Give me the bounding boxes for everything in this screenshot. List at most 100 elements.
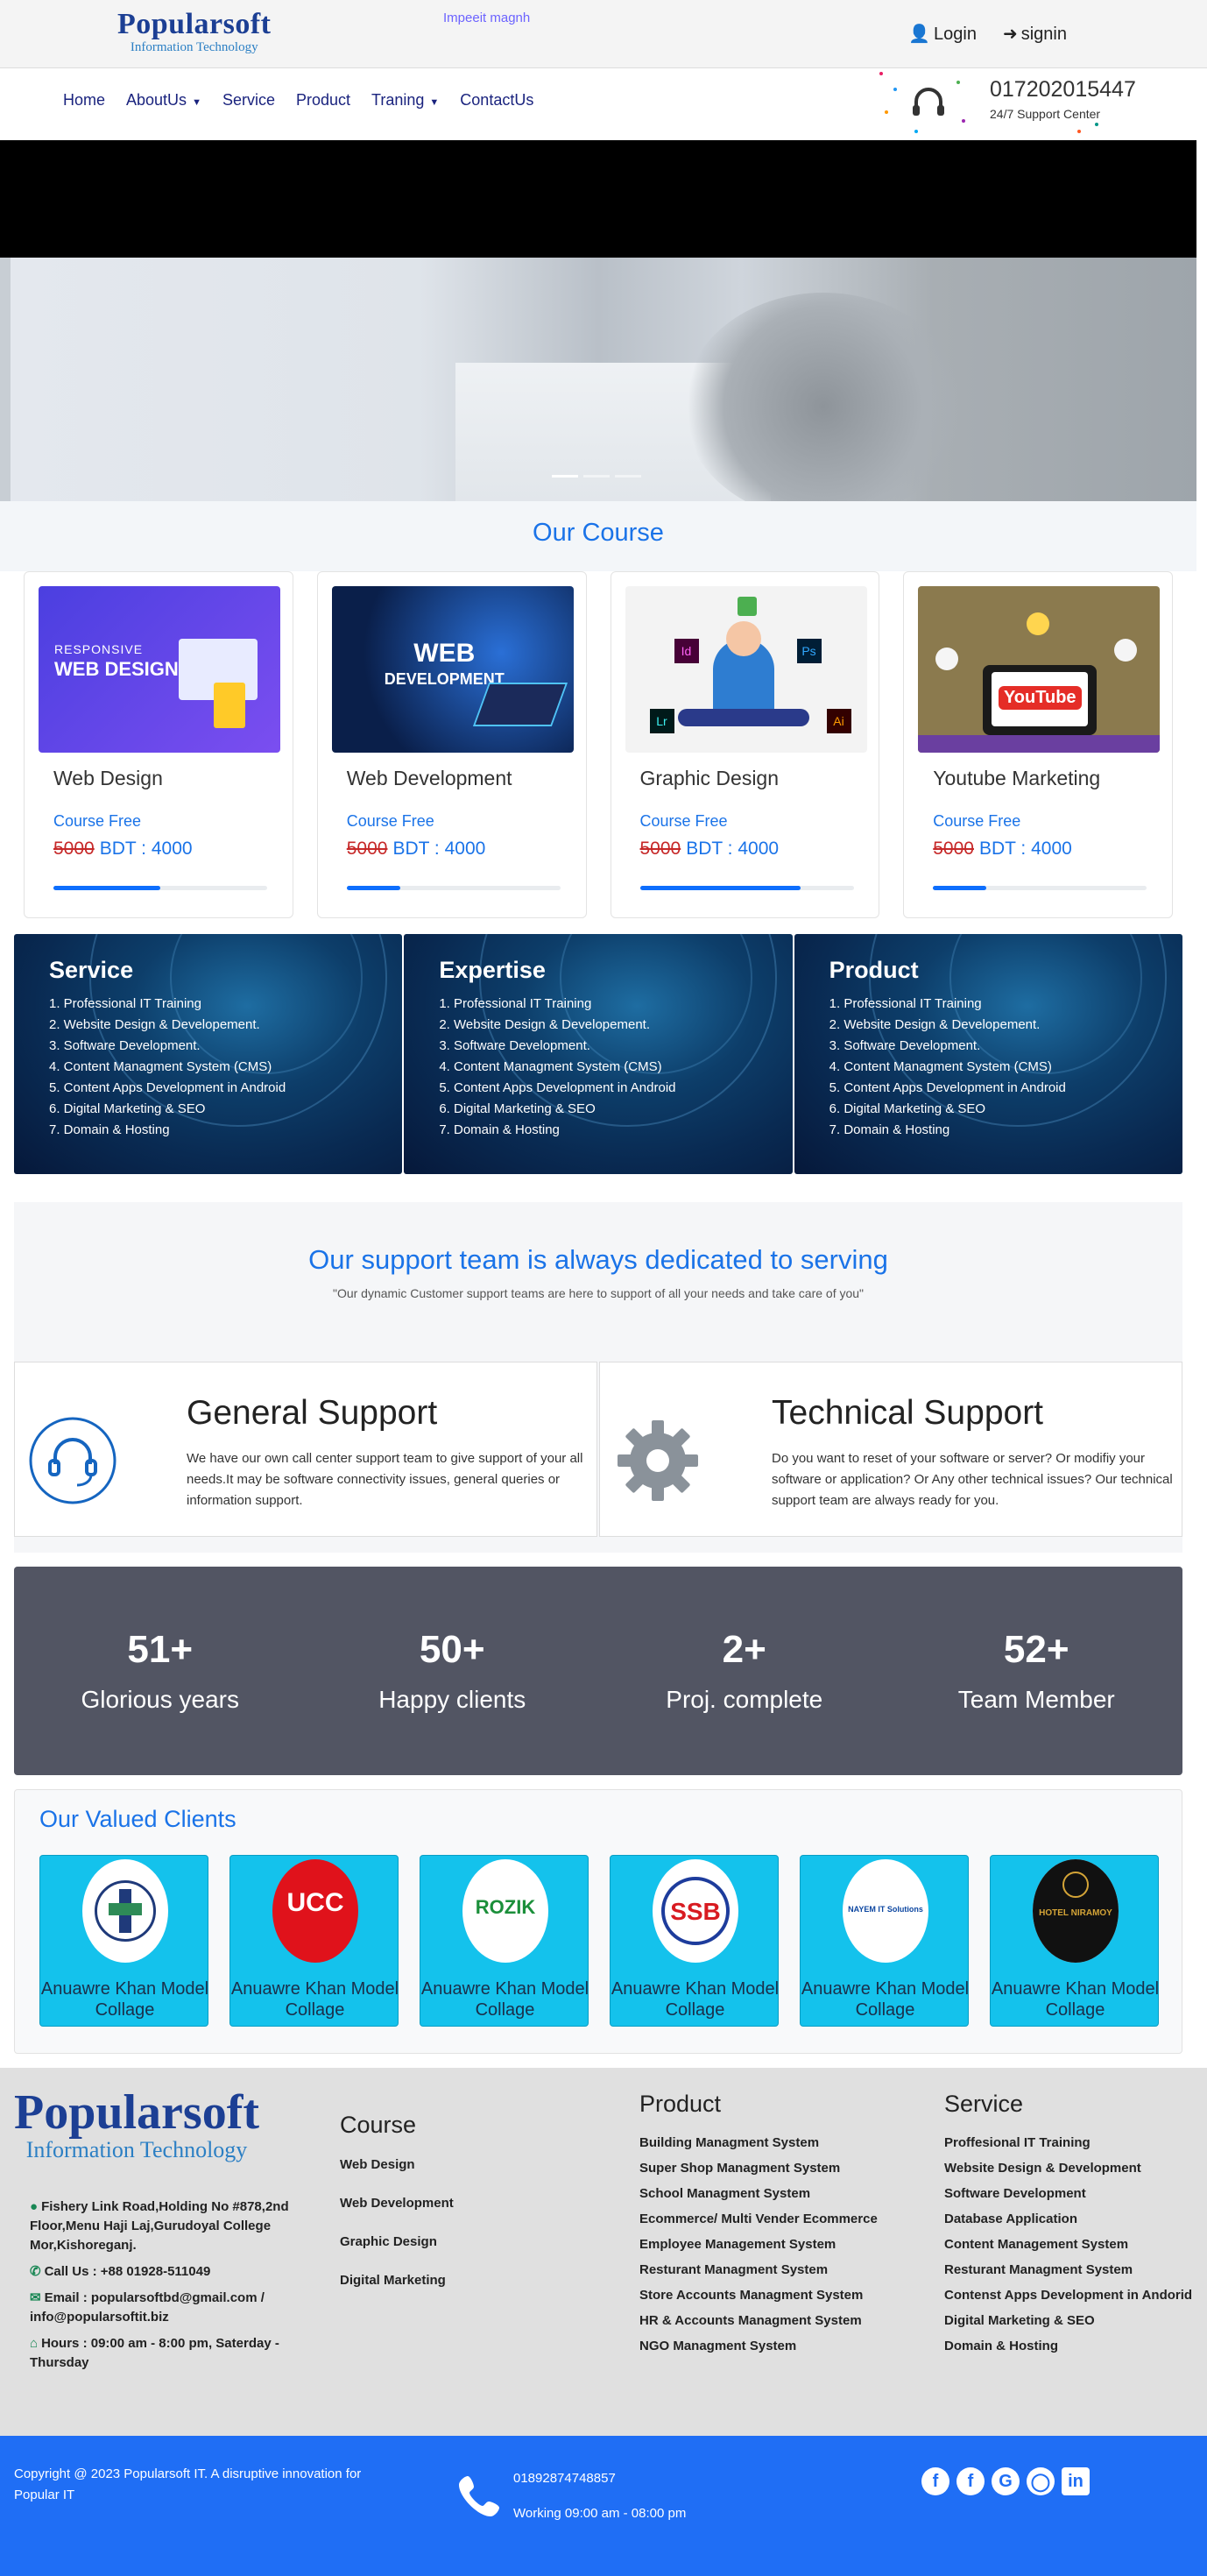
footer-link[interactable]: Website Design & Development xyxy=(944,2161,1192,2176)
support-center: 01720201​5447 24/7 Support Center xyxy=(876,72,1139,138)
footer-brand-name: Popularsoft xyxy=(14,2085,259,2140)
footer-link[interactable]: Ecommerce/ Multi Vender Ecommerce xyxy=(639,2212,878,2226)
footer-course-title: Course xyxy=(340,2112,417,2138)
bottom-bar: Copyright @ 2023 Popularsoft IT. A disru… xyxy=(0,2436,1207,2576)
panel-list: 1. Professional IT Training 2. Website De… xyxy=(439,994,675,1141)
carousel-indicator[interactable] xyxy=(583,475,610,478)
footer-link[interactable]: Digital Marketing xyxy=(340,2272,454,2289)
course-new-price: BDT : 4000 xyxy=(686,839,780,859)
nav-item-aboutus[interactable]: AboutUs ▼ xyxy=(126,91,201,110)
footer-service-title: Service xyxy=(944,2091,1024,2117)
caret-down-icon: ▼ xyxy=(429,97,440,108)
client-card[interactable]: Anuawre Khan Model Collage xyxy=(39,1855,208,2027)
auth-links: 👤 Login ➜ signin xyxy=(908,23,1067,45)
panel-list-item: 5. Content Apps Development in Android xyxy=(49,1080,286,1095)
course-thumbnail[interactable]: RESPONSIVE WEB DESIGN xyxy=(39,586,280,753)
footer-call[interactable]: ✆ Call Us : +88 01928-511049 xyxy=(30,2262,293,2282)
panel-list-item: 3. Software Development. xyxy=(829,1038,981,1053)
footer-link[interactable]: Domain & Hosting xyxy=(944,2339,1192,2353)
google-icon[interactable]: G xyxy=(992,2467,1020,2495)
support-phone[interactable]: 01720201​5447 xyxy=(990,77,1136,103)
course-card[interactable]: RESPONSIVE WEB DESIGN Web Design Course Fre… xyxy=(24,571,293,918)
course-fee-label: Course Free xyxy=(53,812,142,830)
chrome-icon[interactable]: ◯ xyxy=(1027,2467,1055,2495)
panel-list-item: 7. Domain & Hosting xyxy=(439,1122,560,1137)
nav-item-service[interactable]: Service xyxy=(222,91,275,110)
course-thumbnail[interactable]: Id Ps Lr Ai xyxy=(625,586,867,753)
course-new-price: BDT : 4000 xyxy=(99,839,193,859)
footer-link[interactable]: Software Development xyxy=(944,2186,1192,2201)
bottom-phone[interactable]: 01892874748857 xyxy=(513,2471,616,2486)
client-card[interactable]: UCC Anuawre Khan Model Collage xyxy=(229,1855,399,2027)
footer-email[interactable]: ✉ Email : popularsoftbd@gmail.com / info@… xyxy=(30,2289,293,2327)
course-progress-fill xyxy=(639,886,801,890)
course-card[interactable]: YouTube Youtube Marketing Course Free 5000 B… xyxy=(903,571,1173,918)
client-logo: UCC xyxy=(272,1859,358,1963)
course-new-price: BDT : 4000 xyxy=(392,839,486,859)
footer-link[interactable]: Graphic Design xyxy=(340,2233,454,2251)
client-name: Anuawre Khan Model Collage xyxy=(611,1979,780,2020)
signin-label: signin xyxy=(1020,25,1067,44)
panel-list-item: 4. Content Managment System (CMS) xyxy=(49,1059,272,1074)
facebook-icon[interactable]: f xyxy=(956,2467,985,2495)
footer-link[interactable]: Content Management System xyxy=(944,2237,1192,2252)
brand-logo[interactable]: Popularsoft Information Technology xyxy=(117,8,272,55)
nav-item-home[interactable]: Home xyxy=(63,91,105,110)
facebook-icon[interactable]: f xyxy=(921,2467,949,2495)
footer-link[interactable]: Web Development xyxy=(340,2195,454,2212)
footer-link[interactable]: NGO Managment System xyxy=(639,2339,878,2353)
course-title[interactable]: Youtube Marketing xyxy=(933,767,1100,790)
nav-item-contactus[interactable]: ContactUs xyxy=(460,91,533,110)
course-title[interactable]: Graphic Design xyxy=(640,767,780,790)
footer-link[interactable]: Employee Management System xyxy=(639,2237,878,2252)
client-logo-text: HOTEL NIRAMOY xyxy=(1039,1908,1112,1918)
client-card[interactable]: NAYEM IT Solutions Anuawre Khan Model Col… xyxy=(800,1855,969,2027)
course-thumbnail[interactable]: YouTube xyxy=(918,586,1161,753)
gear-icon xyxy=(618,1420,698,1501)
course-progress-bar xyxy=(346,886,561,890)
footer-product-column: Product Building Managment System Super S… xyxy=(639,2091,878,2364)
linkedin-icon[interactable]: in xyxy=(1062,2467,1090,2495)
footer-link[interactable]: Store Accounts Managment System xyxy=(639,2288,878,2303)
course-fee-label: Course Free xyxy=(639,812,728,830)
panel-list-item: 6. Digital Marketing & SEO xyxy=(829,1101,986,1116)
client-logo: SSB xyxy=(653,1859,738,1963)
login-link[interactable]: 👤 Login xyxy=(908,23,977,45)
panel-list-item: 2. Website Design & Developement. xyxy=(49,1017,260,1032)
footer-link[interactable]: School Managment System xyxy=(639,2186,878,2201)
footer-link[interactable]: Web Design xyxy=(340,2156,454,2174)
client-card[interactable]: HOTEL NIRAMOY Anuawre Khan Model Collage xyxy=(990,1855,1159,2027)
client-card[interactable]: ROZIK Anuawre Khan Model Collage xyxy=(420,1855,589,2027)
client-name: Anuawre Khan Model Collage xyxy=(801,1979,970,2020)
footer-link[interactable]: Building Managment System xyxy=(639,2135,878,2150)
footer-link[interactable]: Resturant Managment System xyxy=(944,2262,1192,2277)
course-card[interactable]: Id Ps Lr Ai Graphic Design Course Free 5000 BDT… xyxy=(610,571,880,918)
client-card[interactable]: SSB Anuawre Khan Model Collage xyxy=(610,1855,779,2027)
panel-list-item: 4. Content Managment System (CMS) xyxy=(439,1059,662,1074)
footer-link[interactable]: Proffesional IT Training xyxy=(944,2135,1192,2150)
client-list: Anuawre Khan Model Collage UCC Anuawre Kha… xyxy=(39,1855,1159,2027)
brand-name: Popularsoft xyxy=(117,8,272,40)
carousel-indicator[interactable] xyxy=(615,475,641,478)
course-new-price: BDT : 4000 xyxy=(978,839,1072,859)
signin-link[interactable]: ➜ signin xyxy=(1003,23,1067,45)
footer-link[interactable]: Database Application xyxy=(944,2212,1192,2226)
footer-link[interactable]: Super Shop Managment System xyxy=(639,2161,878,2176)
footer-link[interactable]: Contenst Apps Development in Andorid xyxy=(944,2288,1192,2303)
nav-item-traning[interactable]: Traning ▼ xyxy=(371,91,439,110)
course-title[interactable]: Web Design xyxy=(53,767,163,790)
course-thumbnail[interactable]: WEB DEVELOPMENT xyxy=(331,586,574,753)
panel-title: Expertise xyxy=(439,957,546,983)
course-card[interactable]: WEB DEVELOPMENT Web Development Course Free… xyxy=(316,571,587,918)
footer-logo[interactable]: Popularsoft Information Technology xyxy=(14,2087,259,2162)
footer-address: ● Fishery Link Road,Holding No #878,2nd F… xyxy=(30,2197,293,2255)
nav-item-product[interactable]: Product xyxy=(296,91,350,110)
footer-link[interactable]: Resturant Managment System xyxy=(639,2262,878,2277)
carousel-indicator[interactable] xyxy=(552,475,578,478)
info-panel-service: Service 1. Professional IT Training 2. Web… xyxy=(14,934,403,1174)
footer-link[interactable]: HR & Accounts Managment System xyxy=(639,2313,878,2328)
panel-list: 1. Professional IT Training 2. Website De… xyxy=(829,994,1066,1141)
footer-link[interactable]: Digital Marketing & SEO xyxy=(944,2313,1192,2328)
course-title[interactable]: Web Development xyxy=(347,767,512,790)
stat-item: 52+ Team Member xyxy=(891,1567,1183,1775)
